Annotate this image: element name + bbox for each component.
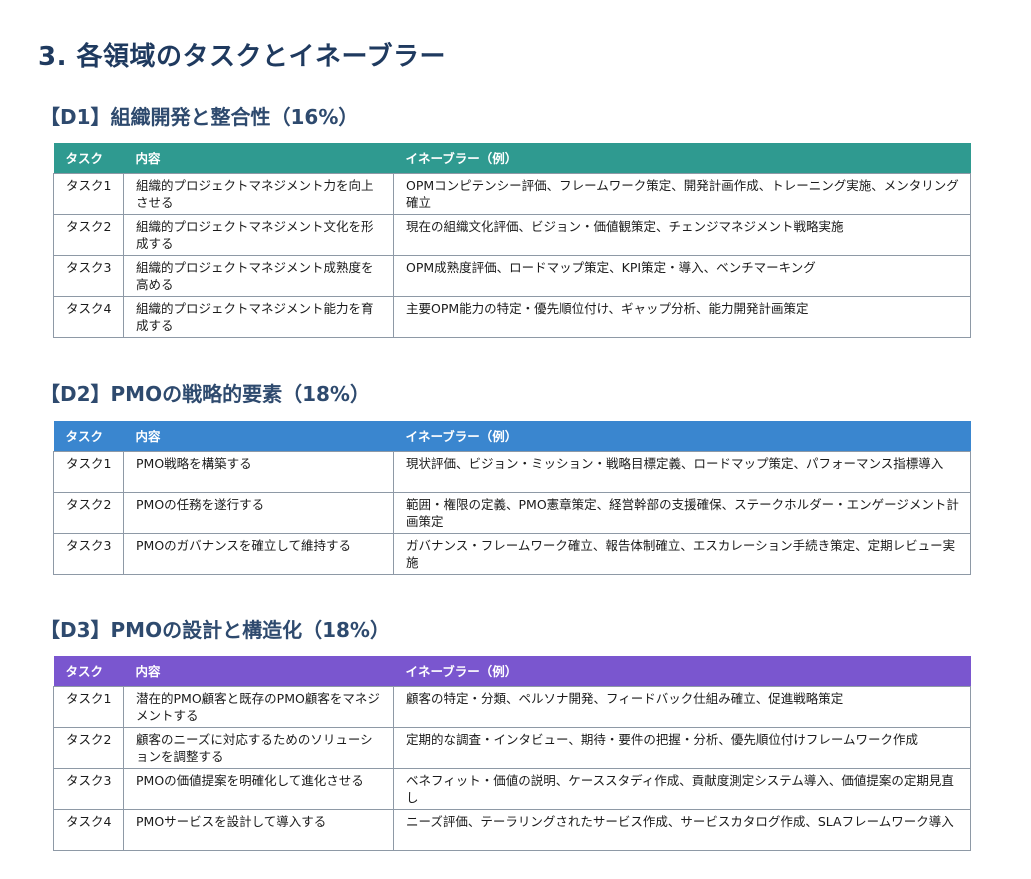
task-cell: タスク4	[53, 808, 124, 851]
table-header-row: タスク 内容 イネーブラー（例）	[53, 656, 971, 686]
section-heading-d1: 【D1】組織開発と整合性（16%）	[40, 105, 359, 129]
column-header-content: 内容	[123, 143, 394, 173]
table-row: タスク2 組織的プロジェクトマネジメント文化を形成する 現在の組織文化評価、ビジ…	[53, 213, 971, 256]
content-cell: PMO戦略を構築する	[123, 450, 394, 493]
table-row: タスク4 PMOサービスを設計して導入する ニーズ評価、テーラリングされたサービ…	[53, 808, 971, 851]
column-header-content: 内容	[123, 421, 394, 451]
enablers-cell: 範囲・権限の定義、PMO憲章策定、経営幹部の支援確保、ステークホルダー・エンゲー…	[393, 491, 971, 534]
document-page: 3. 各領域のタスクとイネーブラー 【D1】組織開発と整合性（16%） タスク …	[0, 0, 1031, 879]
task-cell: タスク2	[53, 213, 124, 256]
table-d3: タスク 内容 イネーブラー（例） タスク1 潜在的PMO顧客と既存のPMO顧客を…	[53, 656, 971, 851]
table-row: タスク2 顧客のニーズに対応するためのソリューションを調整する 定期的な調査・イ…	[53, 726, 971, 769]
content-cell: 潜在的PMO顧客と既存のPMO顧客をマネジメントする	[123, 685, 394, 728]
table-row: タスク1 組織的プロジェクトマネジメント力を向上させる OPMコンピテンシー評価…	[53, 172, 971, 215]
section-heading-d2: 【D2】PMOの戦略的要素（18%）	[40, 382, 370, 406]
content-cell: 組織的プロジェクトマネジメント成熟度を高める	[123, 254, 394, 297]
enablers-cell: 現在の組織文化評価、ビジョン・価値観策定、チェンジマネジメント戦略実施	[393, 213, 971, 256]
content-cell: PMOサービスを設計して導入する	[123, 808, 394, 851]
table-row: タスク3 PMOの価値提案を明確化して進化させる ベネフィット・価値の説明、ケー…	[53, 767, 971, 810]
enablers-cell: 定期的な調査・インタビュー、期待・要件の把握・分析、優先順位付けフレームワーク作…	[393, 726, 971, 769]
table-header-row: タスク 内容 イネーブラー（例）	[53, 421, 971, 451]
page-title: 3. 各領域のタスクとイネーブラー	[38, 42, 446, 72]
column-header-enablers: イネーブラー（例）	[393, 656, 971, 686]
content-cell: 顧客のニーズに対応するためのソリューションを調整する	[123, 726, 394, 769]
table-d2: タスク 内容 イネーブラー（例） タスク1 PMO戦略を構築する 現状評価、ビジ…	[53, 421, 971, 575]
task-cell: タスク3	[53, 532, 124, 575]
column-header-task: タスク	[53, 143, 124, 173]
table-row: タスク2 PMOの任務を遂行する 範囲・権限の定義、PMO憲章策定、経営幹部の支…	[53, 491, 971, 534]
table-d1: タスク 内容 イネーブラー（例） タスク1 組織的プロジェクトマネジメント力を向…	[53, 143, 971, 338]
content-cell: 組織的プロジェクトマネジメント力を向上させる	[123, 172, 394, 215]
table-row: タスク3 組織的プロジェクトマネジメント成熟度を高める OPM成熟度評価、ロード…	[53, 254, 971, 297]
task-cell: タスク1	[53, 450, 124, 493]
task-cell: タスク1	[53, 685, 124, 728]
enablers-cell: OPM成熟度評価、ロードマップ策定、KPI策定・導入、ベンチマーキング	[393, 254, 971, 297]
enablers-cell: 顧客の特定・分類、ペルソナ開発、フィードバック仕組み確立、促進戦略策定	[393, 685, 971, 728]
content-cell: 組織的プロジェクトマネジメント能力を育成する	[123, 295, 394, 338]
enablers-cell: 主要OPM能力の特定・優先順位付け、ギャップ分析、能力開発計画策定	[393, 295, 971, 338]
column-header-task: タスク	[53, 656, 124, 686]
column-header-enablers: イネーブラー（例）	[393, 421, 971, 451]
section-heading-d3: 【D3】PMOの設計と構造化（18%）	[40, 618, 390, 642]
enablers-cell: ベネフィット・価値の説明、ケーススタディ作成、貢献度測定システム導入、価値提案の…	[393, 767, 971, 810]
column-header-task: タスク	[53, 421, 124, 451]
task-cell: タスク4	[53, 295, 124, 338]
enablers-cell: ガバナンス・フレームワーク確立、報告体制確立、エスカレーション手続き策定、定期レ…	[393, 532, 971, 575]
table-row: タスク1 潜在的PMO顧客と既存のPMO顧客をマネジメントする 顧客の特定・分類…	[53, 685, 971, 728]
table-row: タスク3 PMOのガバナンスを確立して維持する ガバナンス・フレームワーク確立、…	[53, 532, 971, 575]
table-row: タスク1 PMO戦略を構築する 現状評価、ビジョン・ミッション・戦略目標定義、ロ…	[53, 450, 971, 493]
task-cell: タスク2	[53, 726, 124, 769]
column-header-enablers: イネーブラー（例）	[393, 143, 971, 173]
content-cell: 組織的プロジェクトマネジメント文化を形成する	[123, 213, 394, 256]
task-cell: タスク1	[53, 172, 124, 215]
enablers-cell: ニーズ評価、テーラリングされたサービス作成、サービスカタログ作成、SLAフレーム…	[393, 808, 971, 851]
task-cell: タスク3	[53, 254, 124, 297]
table-header-row: タスク 内容 イネーブラー（例）	[53, 143, 971, 173]
content-cell: PMOの任務を遂行する	[123, 491, 394, 534]
enablers-cell: OPMコンピテンシー評価、フレームワーク策定、開発計画作成、トレーニング実施、メ…	[393, 172, 971, 215]
enablers-cell: 現状評価、ビジョン・ミッション・戦略目標定義、ロードマップ策定、パフォーマンス指…	[393, 450, 971, 493]
task-cell: タスク3	[53, 767, 124, 810]
column-header-content: 内容	[123, 656, 394, 686]
content-cell: PMOのガバナンスを確立して維持する	[123, 532, 394, 575]
table-row: タスク4 組織的プロジェクトマネジメント能力を育成する 主要OPM能力の特定・優…	[53, 295, 971, 338]
content-cell: PMOの価値提案を明確化して進化させる	[123, 767, 394, 810]
task-cell: タスク2	[53, 491, 124, 534]
